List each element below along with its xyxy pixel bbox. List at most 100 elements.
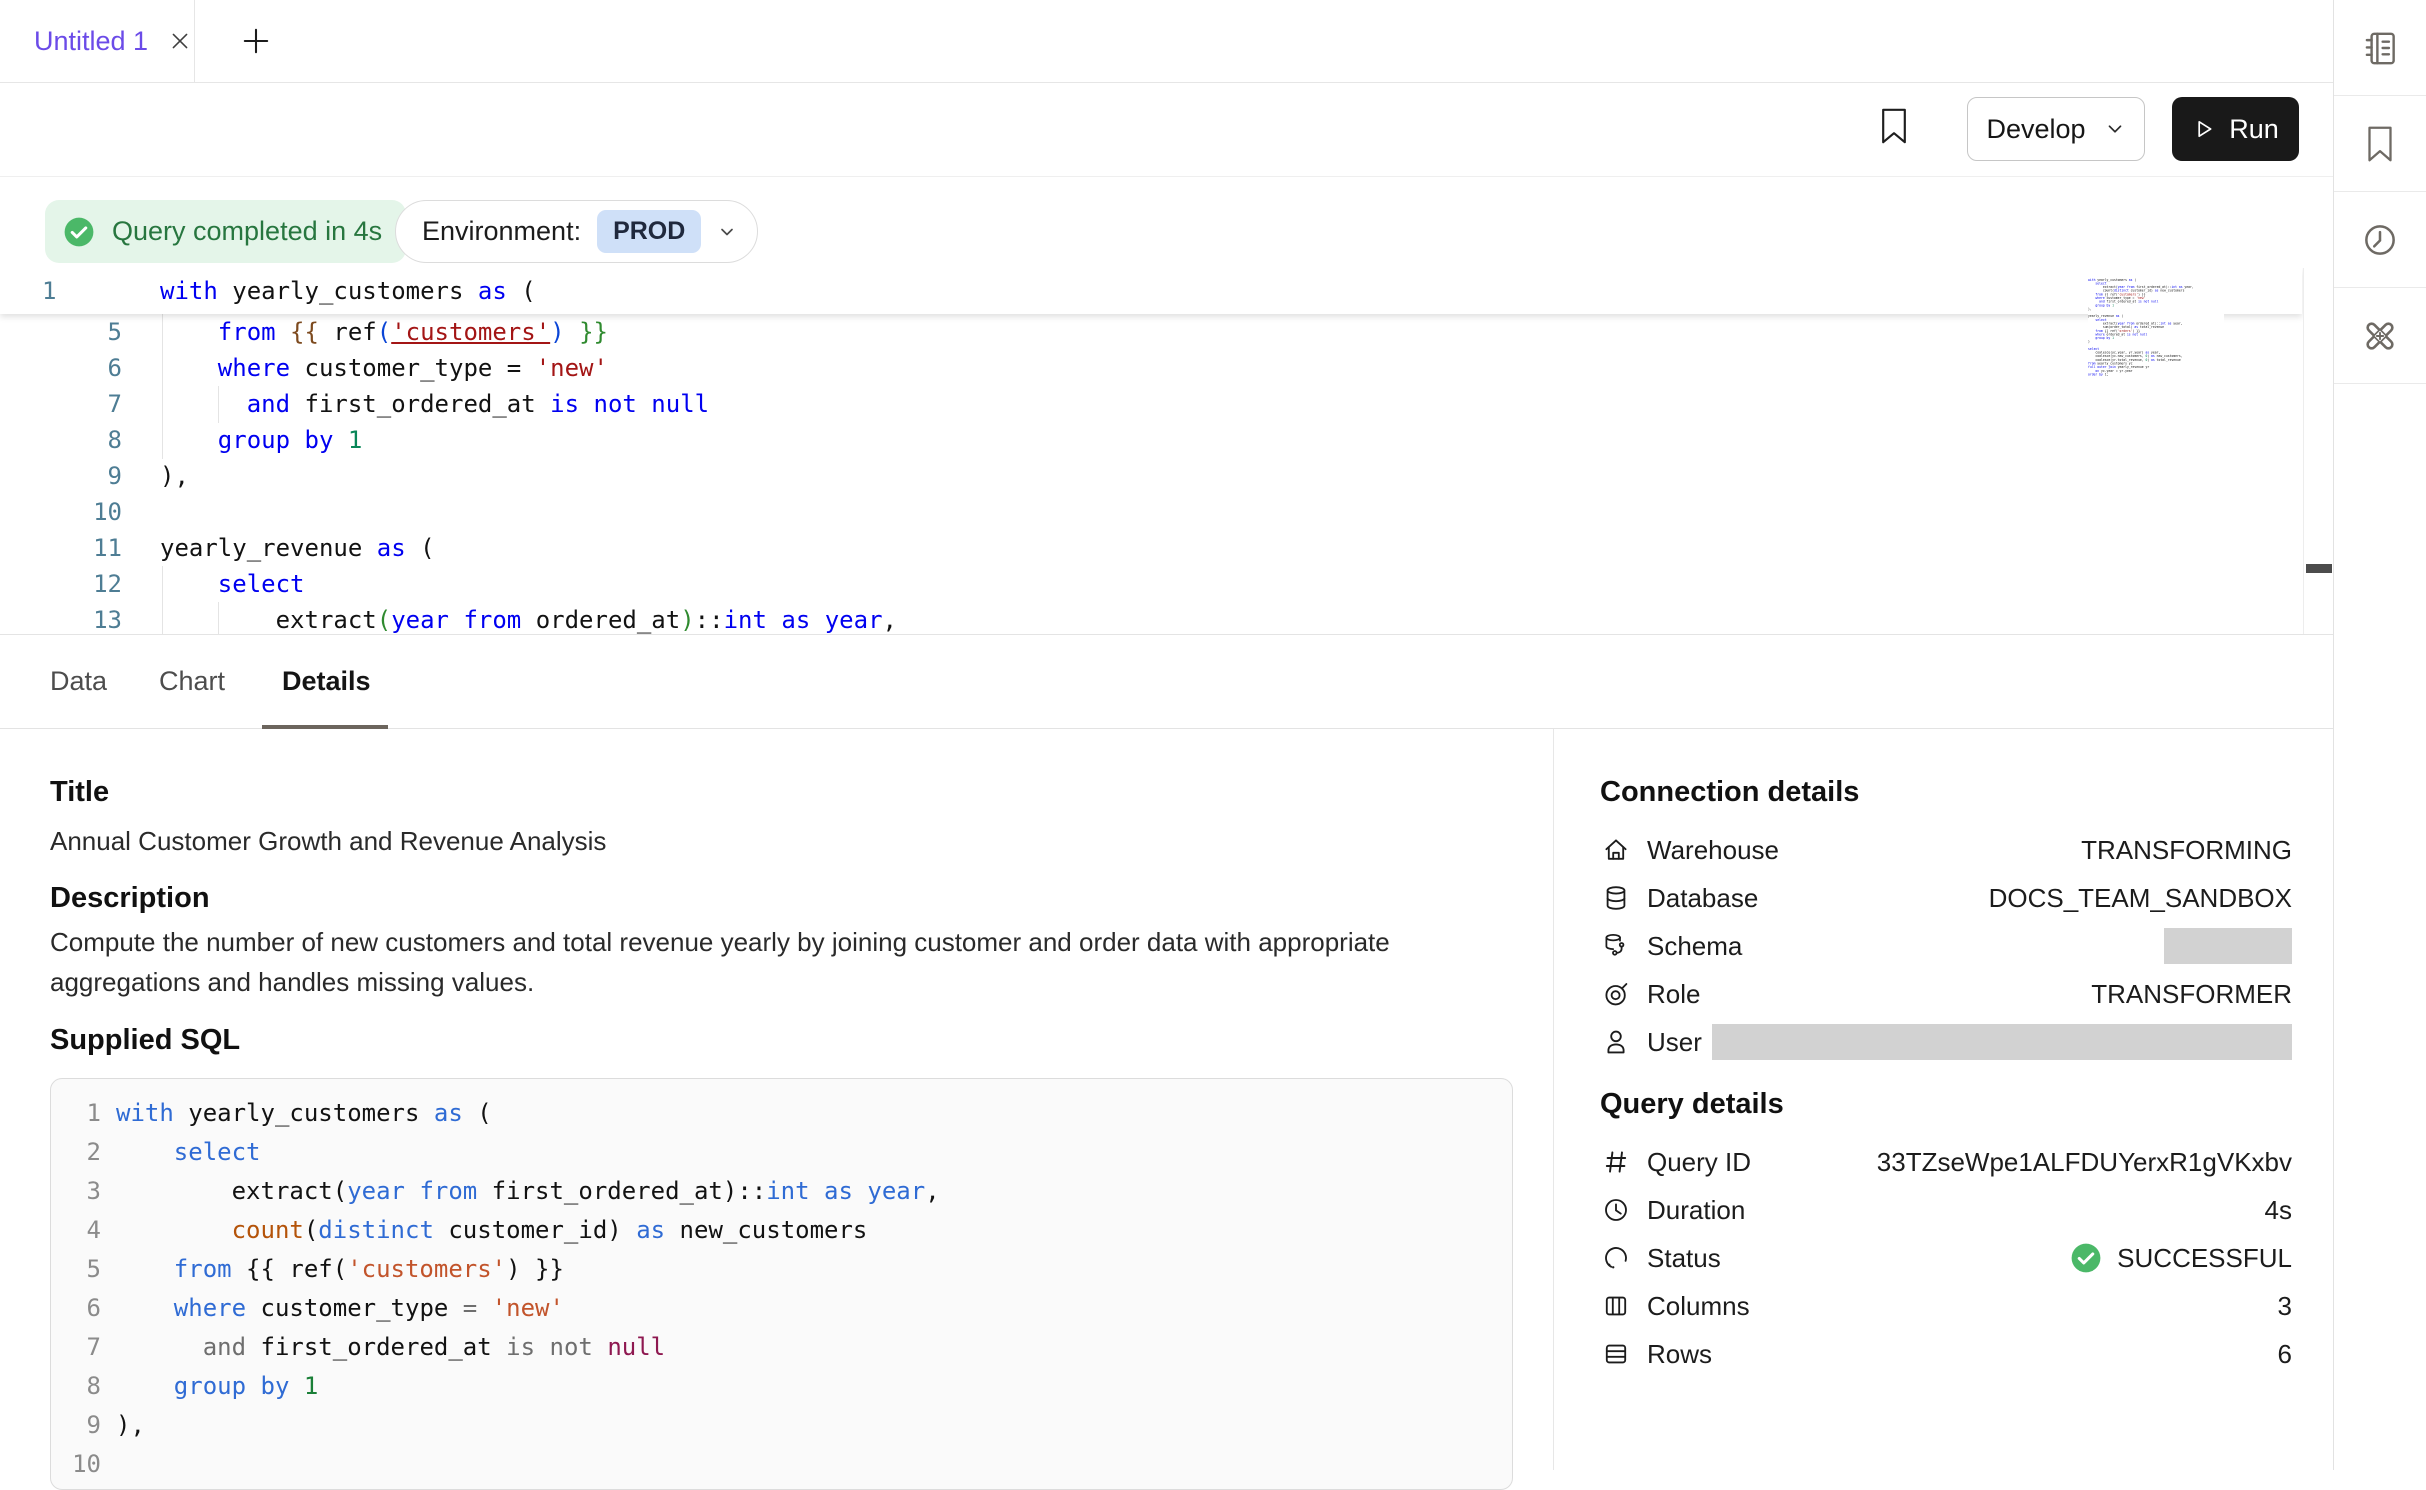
detail-label: Role — [1647, 979, 1700, 1010]
line-number: 3 — [51, 1172, 101, 1211]
sidebar-item-history[interactable] — [2334, 192, 2426, 288]
description-value: Compute the number of new customers and … — [50, 922, 1450, 1002]
detail-value: 33TZseWpe1ALFDUYerxR1gVKxbv — [1877, 1147, 2292, 1178]
close-icon[interactable] — [168, 29, 192, 53]
tab-details[interactable]: Details — [282, 635, 371, 728]
tab-chart[interactable]: Chart — [159, 635, 225, 728]
code-text: extract(year from ordered_at)::int as ye… — [122, 602, 897, 635]
duration-icon — [1600, 1194, 1632, 1226]
run-button[interactable]: Run — [2172, 97, 2299, 161]
app-window: Untitled 1 Develop Run Query completed i… — [0, 0, 2426, 1470]
tab-untitled-1[interactable]: Untitled 1 — [0, 0, 195, 82]
query-details-heading: Query details — [1600, 1088, 1784, 1121]
minimap-code: with yearly_customers as ( select extrac… — [2088, 278, 2126, 376]
detail-value: 4s — [2265, 1195, 2292, 1226]
tab-data[interactable]: Data — [50, 635, 107, 728]
sidebar-item-notebook[interactable] — [2334, 0, 2426, 96]
detail-value: 3 — [2278, 1291, 2292, 1322]
detail-row: User — [1600, 1018, 2292, 1066]
redacted-value — [2164, 928, 2292, 964]
notebook-icon — [2359, 27, 2401, 69]
code-line: 9), — [51, 1406, 1512, 1445]
detail-value: DOCS_TEAM_SANDBOX — [1989, 883, 2292, 914]
line-number: 8 — [0, 422, 122, 458]
code-line: 8 group by 1 — [0, 422, 897, 458]
detail-value: 6 — [2278, 1339, 2292, 1370]
code-text: from {{ ref('customers') }} — [101, 1250, 564, 1289]
detail-value: SUCCESSFUL — [2117, 1243, 2292, 1274]
play-icon — [2192, 117, 2216, 141]
line-number: 8 — [51, 1367, 101, 1406]
code-text — [101, 1445, 116, 1484]
line-number: 1 — [51, 1094, 101, 1133]
plus-icon[interactable] — [240, 25, 272, 57]
code-text: where customer_type = 'new' — [101, 1289, 564, 1328]
editor-minimap[interactable]: with yearly_customers as ( select extrac… — [2088, 278, 2224, 382]
active-tab-underline — [262, 725, 388, 729]
code-text: where customer_type = 'new' — [122, 350, 608, 386]
title-value: Annual Customer Growth and Revenue Analy… — [50, 826, 606, 857]
code-text: count(distinct customer_id) as new_custo… — [101, 1211, 867, 1250]
code-line: 12 select — [0, 566, 897, 602]
code-line: 7 and first_ordered_at is not null — [0, 386, 897, 422]
code-line: 10 — [0, 494, 897, 530]
code-line: 7 and first_ordered_at is not null — [51, 1328, 1512, 1367]
bookmark-icon[interactable] — [1876, 106, 1912, 146]
sidebar-item-explore[interactable] — [2334, 288, 2426, 384]
user-icon — [1600, 1026, 1632, 1058]
code-text: yearly_revenue as ( — [122, 530, 435, 566]
line-number: 11 — [0, 530, 122, 566]
detail-label: User — [1647, 1027, 1702, 1058]
code-text: group by 1 — [122, 422, 362, 458]
detail-label: Duration — [1647, 1195, 1745, 1226]
rows-icon — [1600, 1338, 1632, 1370]
ref-link[interactable]: 'customers' — [391, 318, 550, 346]
database-icon — [1600, 882, 1632, 914]
line-number: 9 — [0, 458, 122, 494]
status-icon — [1600, 1242, 1632, 1274]
code-line: 4 count(distinct customer_id) as new_cus… — [51, 1211, 1512, 1250]
environment-selector[interactable]: Environment: PROD — [395, 200, 758, 263]
query-status-badge: Query completed in 4s — [45, 200, 406, 263]
code-line: 8 group by 1 — [51, 1367, 1512, 1406]
scrollbar-thumb[interactable] — [2306, 564, 2332, 573]
line-number: 1 — [0, 268, 122, 314]
detail-row: Rows 6 — [1600, 1330, 2292, 1378]
sql-editor[interactable]: 5 from {{ ref('customers') }}6 where cus… — [0, 268, 2333, 635]
code-text: select — [101, 1133, 261, 1172]
sidebar-item-bookmarks[interactable] — [2334, 96, 2426, 192]
environment-value-badge: PROD — [597, 210, 701, 253]
check-circle-icon — [61, 214, 97, 250]
tab-label: Untitled 1 — [34, 26, 148, 57]
results-tab-bar: Data Chart Details — [0, 635, 2333, 729]
check-circle-icon — [2068, 1240, 2104, 1276]
editor-scrollbar[interactable] — [2303, 268, 2333, 634]
code-text — [122, 494, 160, 530]
detail-row: Role TRANSFORMER — [1600, 970, 2292, 1018]
hash-icon — [1600, 1146, 1632, 1178]
sticky-scroll-line: 1 with yearly_customers as ( — [0, 268, 2302, 314]
line-number: 10 — [0, 494, 122, 530]
line-number: 4 — [51, 1211, 101, 1250]
warehouse-icon — [1600, 834, 1632, 866]
detail-value: TRANSFORMING — [2081, 835, 2292, 866]
connection-details-rows: WarehouseTRANSFORMING Database DOCS_TEAM_S… — [1600, 826, 2292, 1066]
develop-label: Develop — [1986, 114, 2085, 145]
line-number: 5 — [51, 1250, 101, 1289]
compass-icon — [2359, 315, 2401, 357]
supplied-sql-heading: Supplied SQL — [50, 1024, 240, 1057]
detail-row: Query ID33TZseWpe1ALFDUYerxR1gVKxbv — [1600, 1138, 2292, 1186]
detail-label: Rows — [1647, 1339, 1712, 1370]
detail-row: WarehouseTRANSFORMING — [1600, 826, 2292, 874]
develop-button[interactable]: Develop — [1967, 97, 2145, 161]
schema-icon — [1600, 930, 1632, 962]
detail-label: Database — [1647, 883, 1758, 914]
detail-value: TRANSFORMER — [2091, 979, 2292, 1010]
connection-details-heading: Connection details — [1600, 776, 1859, 809]
editor-tab-bar: Untitled 1 — [0, 0, 2333, 83]
environment-label: Environment: — [422, 216, 581, 247]
columns-icon — [1600, 1290, 1632, 1322]
line-number: 12 — [0, 566, 122, 602]
query-status-text: Query completed in 4s — [112, 216, 382, 247]
code-text: with yearly_customers as ( — [101, 1094, 492, 1133]
